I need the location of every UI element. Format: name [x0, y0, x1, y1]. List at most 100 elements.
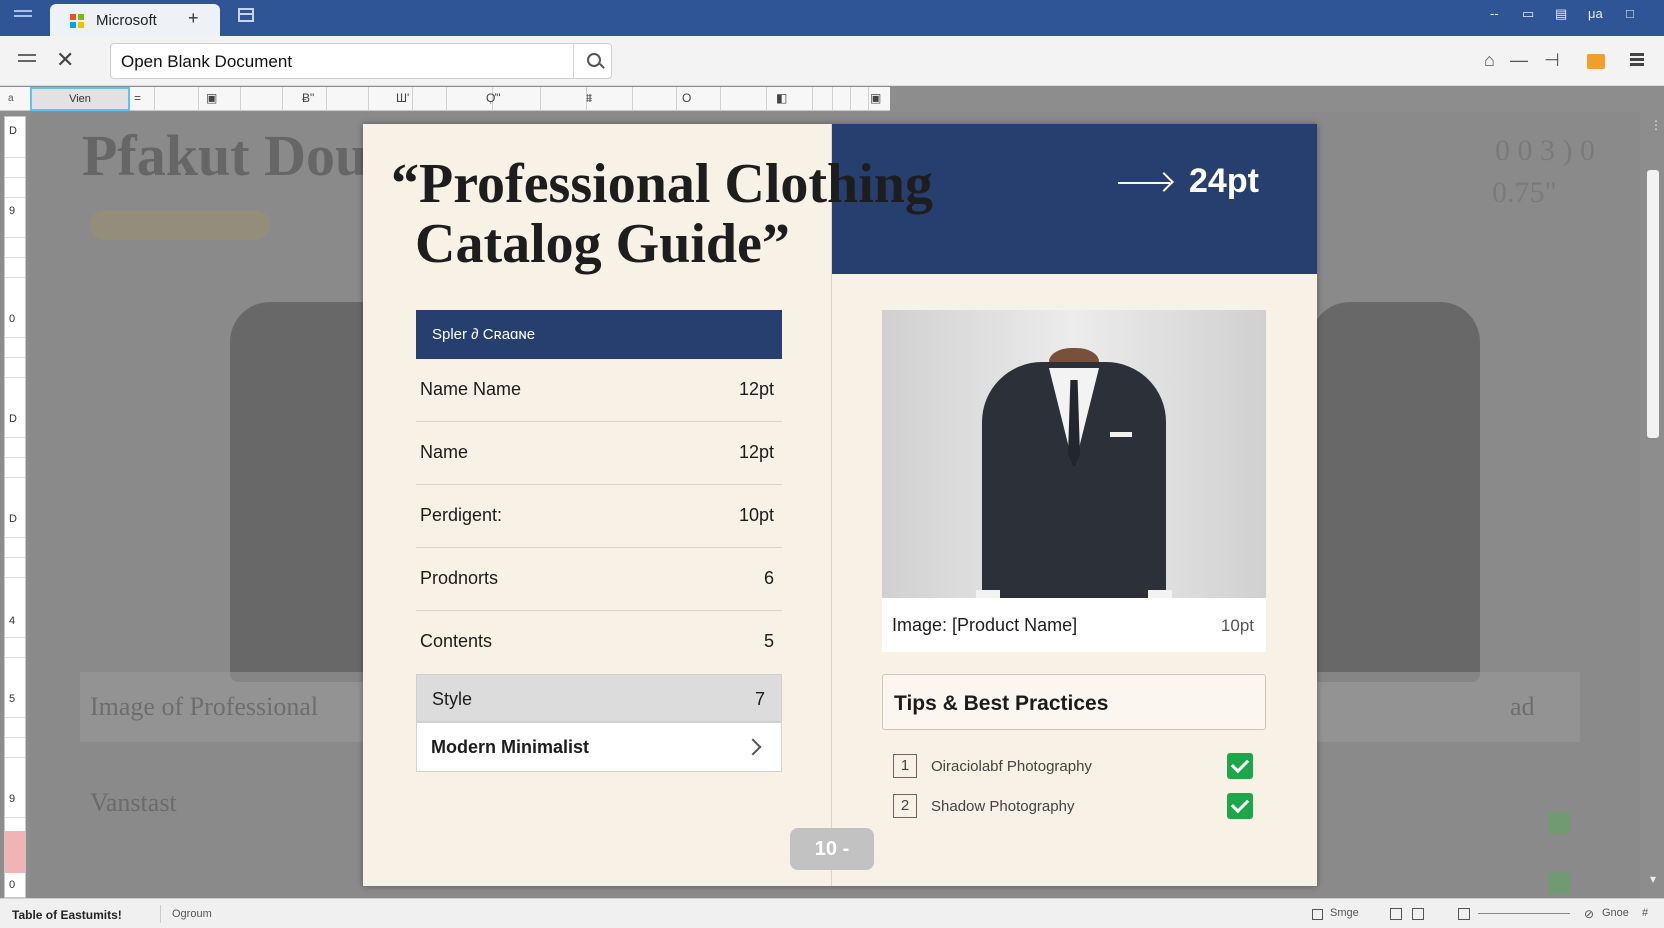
ruler-tool-circle[interactable]: O [682, 91, 691, 105]
home-icon[interactable] [1412, 908, 1424, 920]
ruler-corner: a [8, 93, 14, 104]
property-value: 10pt [738, 505, 774, 525]
window-control-snap[interactable]: ▭ [1522, 6, 1534, 22]
background-check-icon [1548, 872, 1570, 894]
stack-icon[interactable] [1630, 53, 1644, 67]
document-page: 24pt “Professional Clothing Catalog Guid… [363, 124, 1317, 886]
background-label: Vanstast [90, 788, 177, 817]
document-title[interactable]: “Professional Clothing Catalog Guide” [391, 154, 951, 274]
close-icon[interactable]: ✕ [56, 47, 74, 73]
search-icon[interactable] [573, 44, 613, 78]
tips-header: Tips & Best Practices [882, 674, 1266, 730]
property-label: Contents [420, 631, 493, 651]
address-field[interactable]: Open Blank Document [110, 43, 612, 79]
property-value: 12pt [738, 379, 774, 399]
ruler-number: D [9, 413, 17, 425]
tip-text: Oiraciolabf Photography [931, 758, 1092, 775]
header-font-size: 24pt [1189, 162, 1259, 200]
style-label: Style [432, 689, 473, 709]
title-bar: Microsoft + -- ▭ ▤ μa □ [0, 0, 1664, 36]
ruler-view-tab[interactable]: Vien [30, 87, 130, 111]
caption-label: Image: [Product Name] [892, 615, 1078, 635]
browser-tab[interactable]: Microsoft + [50, 4, 220, 36]
background-caption-right: ad [1510, 692, 1535, 721]
minus-icon[interactable]: — [1510, 50, 1528, 71]
microsoft-logo-icon [70, 14, 84, 28]
ruler-number: D [9, 513, 17, 525]
tab-title: Microsoft [96, 12, 157, 29]
window-control-mu[interactable]: μa [1588, 6, 1603, 21]
property-row[interactable]: Perdigent: 10pt [416, 485, 782, 548]
checkbox-checked-icon[interactable] [1227, 753, 1253, 779]
style-select-value: Modern Minimalist [431, 737, 590, 757]
vertical-scrollbar[interactable]: ⋮ ▾ [1644, 112, 1662, 898]
background-value: 0.75" [1492, 176, 1557, 209]
toolbar: ✕ Open Blank Document ⌂ — ⊣ [0, 36, 1664, 86]
window-control-layout[interactable]: ▤ [1555, 6, 1567, 22]
property-value: 12pt [738, 442, 774, 462]
ruler-tool-align[interactable]: = [134, 91, 141, 105]
ruler-number: 9 [9, 793, 16, 805]
style-value: 7 [754, 689, 765, 709]
tips-title: Tips & Best Practices [894, 692, 1109, 715]
pin-icon[interactable]: ⊣ [1544, 50, 1560, 71]
horizontal-ruler: a Vien = ▣ Ƀ" Ш' Ợ" ⩩ O ◧ ▣ [0, 87, 890, 111]
background-faint-value: 0 0 3 ) 0 [1495, 134, 1595, 167]
product-image[interactable] [882, 310, 1266, 598]
property-row[interactable]: Prodnorts 6 [416, 548, 782, 611]
background-suit-image [1310, 302, 1480, 682]
ruler-tool-column[interactable]: ◧ [776, 91, 787, 105]
property-label: Name Name [420, 379, 522, 399]
ruler-number: 0 [9, 313, 16, 325]
style-row[interactable]: Style 7 [416, 674, 782, 722]
ruler-tool-indent[interactable]: Ƀ" [302, 91, 314, 105]
ruler-number: 9 [9, 205, 16, 217]
status-bar: Table of Eastumits! Ogroum Smge ⊘ Gnoe # [0, 898, 1664, 928]
ruler-tool-tab[interactable]: Ш' [396, 91, 409, 105]
title-line-2: Catalog Guide” [415, 213, 790, 275]
property-value: 6 [763, 568, 774, 588]
menu-icon[interactable] [14, 10, 32, 24]
new-tab-button[interactable]: + [188, 8, 199, 29]
ruler-number: 0 [9, 879, 16, 891]
hamburger-menu-icon[interactable] [18, 54, 36, 66]
status-item[interactable]: Gnoe [1602, 907, 1629, 919]
vertical-ruler: D 9 0 D D 4 5 9 0 [4, 116, 26, 898]
tip-number: 2 [893, 794, 917, 818]
image-caption: Image: [Product Name] 10pt [882, 598, 1266, 652]
property-row[interactable]: Contents 5 [416, 611, 782, 674]
ruler-tool-table[interactable]: ▣ [206, 91, 217, 105]
scrollbar-thumb[interactable] [1647, 170, 1659, 438]
property-row[interactable]: Name 12pt [416, 422, 782, 485]
window-control-maximize[interactable]: □ [1626, 6, 1634, 21]
page-indicator[interactable]: 10 - [790, 828, 874, 870]
ruler-tool-margin[interactable]: ⩩ [586, 91, 592, 106]
tip-item[interactable]: 1 Oiraciolabf Photography [893, 753, 1265, 782]
property-row[interactable]: Name Name 12pt [416, 359, 782, 422]
status-item[interactable]: Smge [1330, 907, 1359, 919]
tip-item[interactable]: 2 Shadow Photography [893, 793, 1265, 822]
style-select[interactable]: Modern Minimalist [416, 722, 782, 772]
comment-icon[interactable] [1312, 909, 1323, 920]
suit-image [972, 340, 1176, 598]
tab-overview-icon[interactable] [238, 8, 254, 22]
table-of-contents-link[interactable]: Table of Eastumits! [12, 908, 122, 922]
property-label: Perdigent: [420, 505, 503, 525]
page-view-icon[interactable] [1458, 908, 1470, 920]
ruler-tool-shape[interactable]: Ợ" [486, 91, 501, 105]
ruler-tool-end[interactable]: ▣ [870, 91, 881, 105]
settings-icon[interactable]: ⊘ [1584, 907, 1594, 921]
background-badge [90, 210, 270, 240]
ruler-number: D [9, 125, 17, 137]
zoom-slider[interactable] [1478, 913, 1570, 914]
book-view-icon[interactable] [1390, 908, 1402, 920]
grid-icon[interactable]: # [1642, 907, 1648, 919]
checkbox-checked-icon[interactable] [1227, 793, 1253, 819]
folder-icon[interactable] [1587, 54, 1605, 69]
ruler-number: 4 [9, 615, 16, 627]
address-text[interactable]: Open Blank Document [121, 52, 292, 72]
property-label: Name [420, 442, 469, 462]
lock-icon[interactable]: ⌂ [1484, 50, 1495, 71]
background-check-icon [1548, 812, 1570, 834]
window-control-dash[interactable]: -- [1490, 6, 1499, 21]
